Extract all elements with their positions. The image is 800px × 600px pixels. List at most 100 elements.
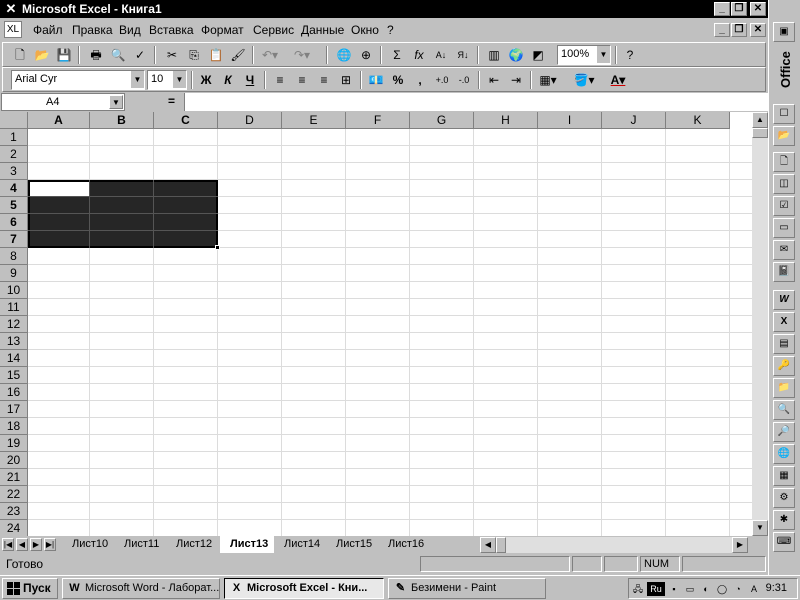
format-painter-icon[interactable]: 🖌 (227, 45, 249, 65)
excel-icon[interactable]: X (773, 312, 795, 332)
sort-ascending-icon[interactable]: A↓ (430, 45, 452, 65)
row-header-13[interactable]: 13 (0, 333, 28, 350)
row-header-7[interactable]: 7 (0, 231, 28, 248)
name-box[interactable]: A4 ▼ (1, 93, 125, 111)
align-left-icon[interactable]: ≡ (269, 70, 291, 90)
task-icon[interactable]: ☑ (773, 196, 795, 216)
zoom-icon[interactable]: ▪ (667, 582, 681, 596)
scroll-right-icon[interactable]: ▶ (732, 537, 748, 553)
doc-minimize-button[interactable]: _ (714, 23, 730, 37)
new-doc-icon[interactable]: 🗋 (773, 152, 795, 172)
save-icon[interactable]: 💾 (53, 45, 75, 65)
doc-close-button[interactable]: ✕ (750, 23, 766, 37)
hyperlink-icon[interactable]: 🌐 (333, 45, 355, 65)
row-header-23[interactable]: 23 (0, 503, 28, 520)
prev-sheet-icon[interactable]: ◀ (16, 538, 28, 551)
row-header-5[interactable]: 5 (0, 197, 28, 214)
row-header-1[interactable]: 1 (0, 129, 28, 146)
cut-icon[interactable]: ✂ (161, 45, 183, 65)
chart-wizard-icon[interactable]: ▥ (483, 45, 505, 65)
underline-button[interactable]: Ч (239, 70, 261, 90)
find-icon[interactable]: 🔍 (773, 400, 795, 420)
window-icon[interactable]: ◫ (773, 174, 795, 194)
paste-icon[interactable]: 📋 (205, 45, 227, 65)
sheet-tab-лист16[interactable]: Лист16 (378, 536, 428, 553)
taskbar-button-word[interactable]: W Microsoft Word - Лаборат... (62, 578, 220, 599)
row-header-16[interactable]: 16 (0, 384, 28, 401)
language-indicator[interactable]: Ru (647, 582, 665, 596)
sheet-tab-лист12[interactable]: Лист12 (166, 536, 220, 553)
horizontal-scrollbar[interactable]: ◀ ▶ (480, 537, 748, 553)
column-header-a[interactable]: A (28, 112, 90, 129)
borders-icon[interactable]: ▦▾ (537, 70, 559, 90)
column-header-e[interactable]: E (282, 112, 346, 129)
row-header-17[interactable]: 17 (0, 401, 28, 418)
column-header-f[interactable]: F (346, 112, 410, 129)
sheet-tab-лист13[interactable]: Лист13 (220, 536, 274, 553)
percent-button[interactable]: % (387, 70, 409, 90)
maximize-button[interactable]: ❐ (731, 2, 747, 16)
binder-icon[interactable]: 📁 (773, 378, 795, 398)
sort-descending-icon[interactable]: Я↓ (452, 45, 474, 65)
scroll-down-icon[interactable]: ▼ (752, 520, 768, 536)
tools-icon[interactable]: ✱ (773, 510, 795, 530)
vertical-scrollbar[interactable]: ▲ ▼ (752, 112, 768, 536)
row-header-9[interactable]: 9 (0, 265, 28, 282)
column-header-h[interactable]: H (474, 112, 538, 129)
speaker-icon[interactable]: ◐ (699, 582, 713, 596)
menu-file[interactable]: Файл (33, 23, 63, 37)
new-icon[interactable]: 🗋 (9, 45, 31, 65)
autosum-icon[interactable]: Σ (386, 45, 408, 65)
spelling-icon[interactable]: ✓ (129, 45, 151, 65)
row-header-19[interactable]: 19 (0, 435, 28, 452)
column-header-c[interactable]: C (154, 112, 218, 129)
align-right-icon[interactable]: ≡ (313, 70, 335, 90)
menu-edit[interactable]: Правка (72, 23, 113, 37)
decrease-decimal-icon[interactable]: -.0 (453, 70, 475, 90)
open-doc-icon[interactable]: 📂 (773, 126, 795, 146)
title-bar[interactable]: ✕ Microsoft Excel - Книга1 _ ❐ ✕ (0, 0, 768, 18)
row-header-22[interactable]: 22 (0, 486, 28, 503)
menu-help[interactable]: ? (387, 23, 394, 37)
open-icon[interactable]: 📂 (31, 45, 53, 65)
comma-button[interactable]: , (409, 70, 431, 90)
zoom-select[interactable]: 100% ▼ (557, 45, 611, 65)
map-icon[interactable]: 🌍 (505, 45, 527, 65)
network-icon[interactable]: 🖧 (631, 582, 645, 596)
menu-data[interactable]: Данные (301, 23, 344, 37)
close-button[interactable]: ✕ (750, 2, 766, 16)
formula-input[interactable] (184, 93, 768, 111)
start-button[interactable]: Пуск (2, 578, 58, 599)
menu-view[interactable]: Вид (119, 23, 141, 37)
font-name-select[interactable]: Arial Cyr ▼ (11, 70, 145, 90)
fill-color-icon[interactable]: 🪣▾ (573, 70, 595, 90)
column-header-j[interactable]: J (602, 112, 666, 129)
keyboard-icon[interactable]: ⌨ (773, 532, 795, 552)
taskbar-button-paint[interactable]: ✎ Безимени - Paint (388, 578, 546, 599)
print-preview-icon[interactable]: 🔍 (107, 45, 129, 65)
edit-formula-button[interactable]: = (168, 94, 175, 108)
access-icon[interactable]: 🔑 (773, 356, 795, 376)
column-header-d[interactable]: D (218, 112, 282, 129)
row-header-8[interactable]: 8 (0, 248, 28, 265)
taskbar-button-excel[interactable]: X Microsoft Excel - Кни... (224, 578, 384, 599)
chevron-down-icon[interactable]: ▼ (596, 46, 610, 63)
drawing-icon[interactable]: ◩ (527, 45, 549, 65)
menu-format[interactable]: Формат (201, 23, 244, 37)
clock-icon[interactable]: ◯ (715, 582, 729, 596)
workbook-control-icon[interactable]: XL (4, 21, 22, 38)
menu-insert[interactable]: Вставка (149, 23, 194, 37)
font-color-icon[interactable]: A▾ (607, 70, 629, 90)
clock[interactable]: 9:31 (766, 582, 787, 594)
row-header-11[interactable]: 11 (0, 299, 28, 316)
row-header-12[interactable]: 12 (0, 316, 28, 333)
row-header-18[interactable]: 18 (0, 418, 28, 435)
last-sheet-icon[interactable]: ▶| (44, 538, 56, 551)
journal-icon[interactable]: 📓 (773, 262, 795, 282)
merge-center-icon[interactable]: ⊞ (335, 70, 357, 90)
align-center-icon[interactable]: ≡ (291, 70, 313, 90)
row-header-6[interactable]: 6 (0, 214, 28, 231)
settings-icon[interactable]: ⚙ (773, 488, 795, 508)
sheet-tab-лист14[interactable]: Лист14 (274, 536, 326, 553)
increase-decimal-icon[interactable]: +.0 (431, 70, 453, 90)
